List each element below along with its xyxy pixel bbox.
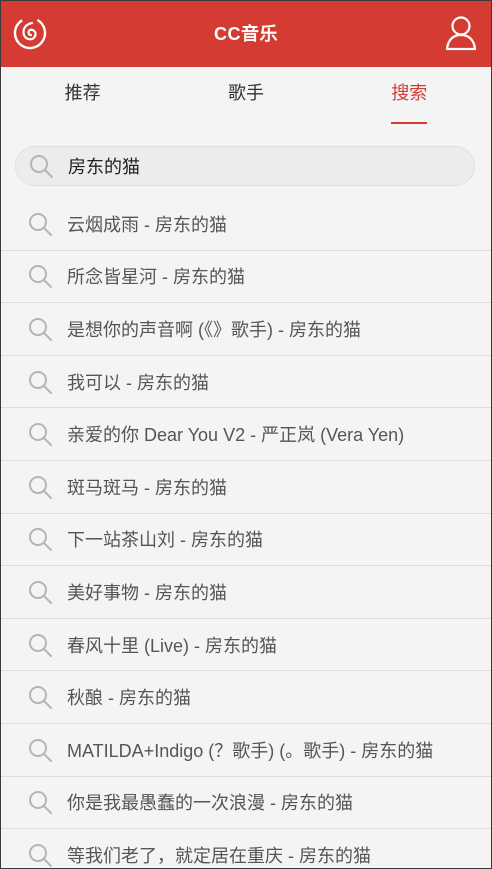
suggestion-text: 斑马斑马 - 房东的猫 xyxy=(67,477,227,498)
tab-label: 搜索 xyxy=(391,83,428,103)
search-input[interactable] xyxy=(68,155,448,177)
tab-singers[interactable]: 歌手 xyxy=(164,67,327,124)
suggestion-item[interactable]: 斑马斑马 - 房东的猫 xyxy=(1,461,491,514)
suggestion-item[interactable]: 亲爱的你 Dear You V2 - 严正岚 (Vera Yen) xyxy=(1,408,491,461)
suggestion-text: 是想你的声音啊 (《》歌手) - 房东的猫 xyxy=(67,319,361,340)
suggestion-text: 等我们老了，就定居在重庆 - 房东的猫 xyxy=(67,845,371,866)
suggestion-item[interactable]: 春风十里 (Live) - 房东的猫 xyxy=(1,619,491,672)
suggestion-text: 秋酿 - 房东的猫 xyxy=(67,688,191,709)
tab-recommend[interactable]: 推荐 xyxy=(1,67,164,124)
search-icon xyxy=(29,212,52,236)
suggestion-item[interactable]: 是想你的声音啊 (《》歌手) - 房东的猫 xyxy=(1,303,491,356)
search-icon xyxy=(29,423,52,447)
search-area xyxy=(1,124,491,198)
app-header: CC音乐 xyxy=(1,1,491,67)
tab-search[interactable]: 搜索 xyxy=(328,67,491,124)
search-icon xyxy=(29,370,52,394)
suggestion-text: 云烟成雨 - 房东的猫 xyxy=(67,214,227,235)
tab-bar: 推荐 歌手 搜索 xyxy=(1,67,491,124)
suggestion-text: 美好事物 - 房东的猫 xyxy=(67,582,227,603)
suggestion-item[interactable]: 下一站茶山刘 - 房东的猫 xyxy=(1,514,491,567)
suggestion-item[interactable]: 等我们老了，就定居在重庆 - 房东的猫 xyxy=(1,829,491,869)
search-icon xyxy=(29,738,52,762)
suggestion-item[interactable]: 美好事物 - 房东的猫 xyxy=(1,566,491,619)
search-icon xyxy=(29,791,52,815)
search-box[interactable] xyxy=(15,146,475,186)
suggestion-item[interactable]: MATILDA+Indigo (？歌手) (。歌手) - 房东的猫 xyxy=(1,724,491,777)
suggestion-item[interactable]: 秋酿 - 房东的猫 xyxy=(1,671,491,724)
tab-label: 推荐 xyxy=(64,83,101,103)
search-icon xyxy=(29,843,52,867)
suggestion-text: MATILDA+Indigo (？歌手) (。歌手) - 房东的猫 xyxy=(67,740,434,761)
suggestion-item[interactable]: 所念皆星河 - 房东的猫 xyxy=(1,251,491,304)
search-icon xyxy=(29,528,52,552)
suggestion-text: 下一站茶山刘 - 房东的猫 xyxy=(67,530,263,551)
search-icon xyxy=(29,633,52,657)
suggestion-list: 云烟成雨 - 房东的猫 所念皆星河 - 房东的猫是想你的声音啊 (《》歌手) - … xyxy=(1,198,491,869)
search-icon xyxy=(29,265,52,289)
app-title: CC音乐 xyxy=(214,24,278,44)
suggestion-text: 你是我最愚蠢的一次浪漫 - 房东的猫 xyxy=(67,793,353,814)
suggestion-item[interactable]: 我可以 - 房东的猫 xyxy=(1,356,491,409)
suggestion-item[interactable]: 云烟成雨 - 房东的猫 xyxy=(1,198,491,251)
search-icon xyxy=(29,580,52,604)
suggestion-text: 亲爱的你 Dear You V2 - 严正岚 (Vera Yen) xyxy=(67,425,405,446)
suggestion-text: 我可以 - 房东的猫 xyxy=(67,372,209,393)
suggestion-item[interactable]: 你是我最愚蠢的一次浪漫 - 房东的猫 xyxy=(1,777,491,830)
search-icon xyxy=(29,317,52,341)
tab-label: 歌手 xyxy=(227,83,264,103)
search-icon xyxy=(29,475,52,499)
active-tab-indicator xyxy=(391,122,428,124)
search-icon xyxy=(30,155,53,178)
user-icon[interactable] xyxy=(445,15,477,51)
suggestion-text: 春风十里 (Live) - 房东的猫 xyxy=(67,635,278,656)
search-icon xyxy=(29,686,52,710)
suggestion-text: 所念皆星河 - 房东的猫 xyxy=(67,267,245,288)
